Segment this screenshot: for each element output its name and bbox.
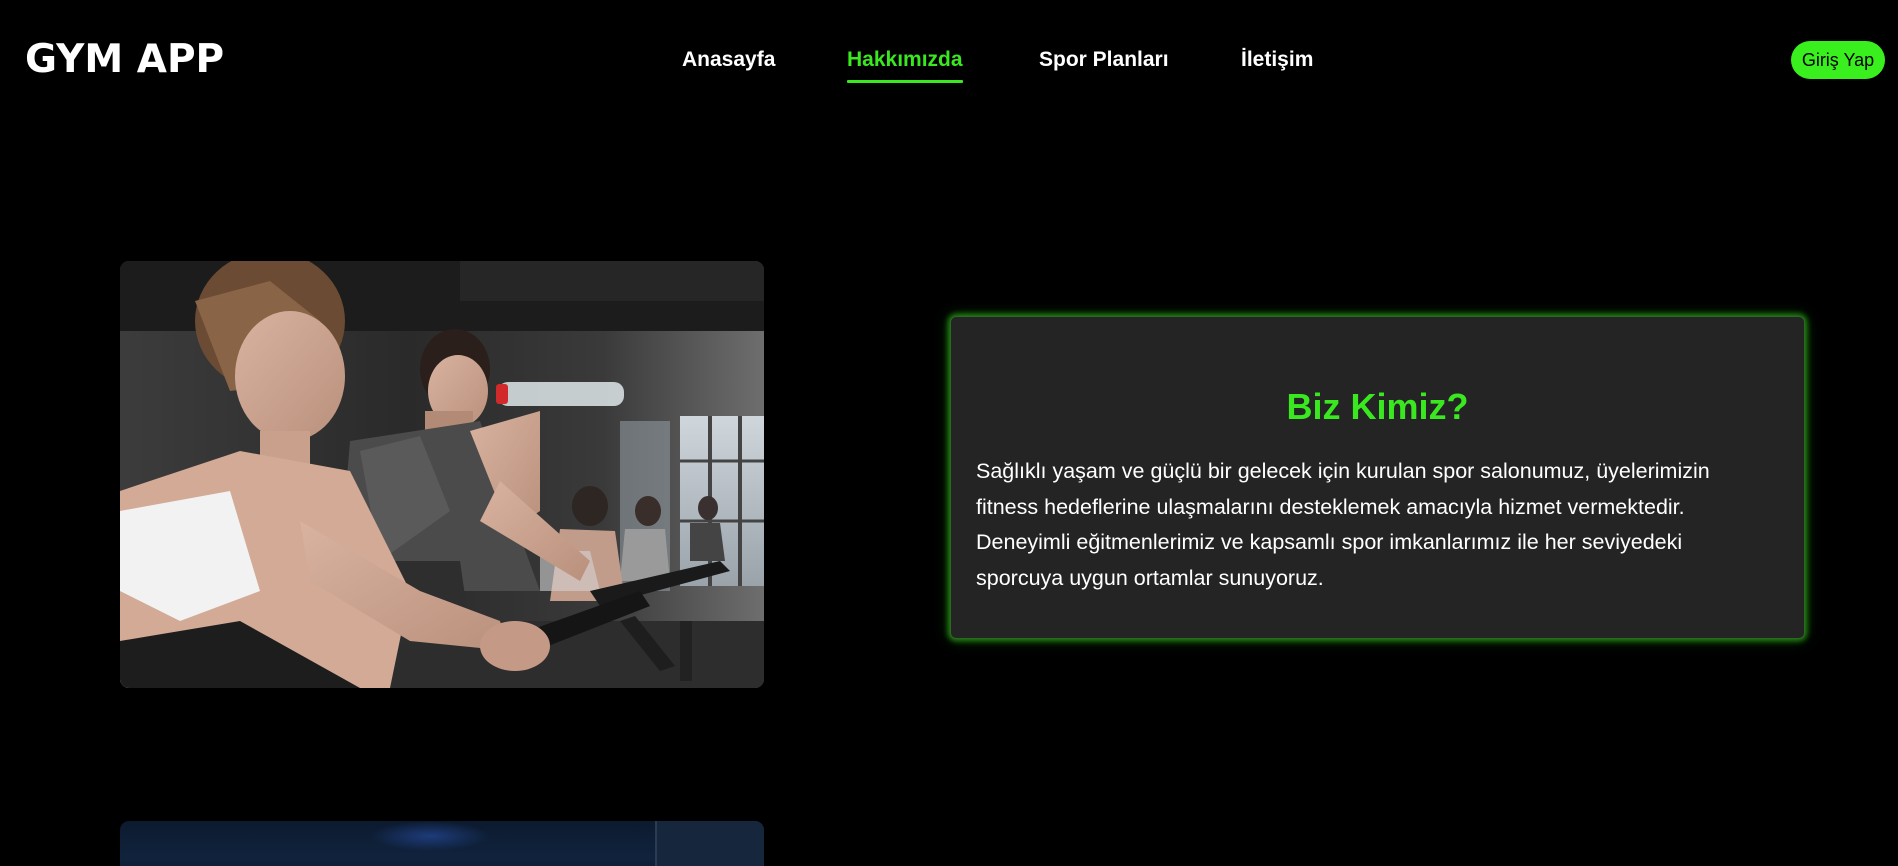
main-nav: Anasayfa Hakkımızda Spor Planları İletiş… [0,46,1898,86]
nav-item-plans[interactable]: Spor Planları [1039,46,1169,74]
page: GYM APP Anasayfa Hakkımızda Spor Planlar… [0,0,1898,866]
site-header: GYM APP Anasayfa Hakkımızda Spor Planlar… [0,0,1898,120]
active-nav-underline [847,80,963,83]
second-photo [120,821,764,866]
nav-item-label: İletişim [1241,48,1314,71]
about-card: Biz Kimiz? Sağlıklı yaşam ve güçlü bir g… [950,316,1805,639]
photo-panel [655,821,764,866]
photo-highlight [370,821,490,851]
about-text: Sağlıklı yaşam ve güçlü bir gelecek için… [976,459,1710,590]
nav-item-contact[interactable]: İletişim [1241,46,1313,74]
nav-item-about[interactable]: Hakkımızda [847,46,963,83]
about-photo [120,261,764,688]
login-button[interactable]: Giriş Yap [1791,41,1885,79]
nav-item-home[interactable]: Anasayfa [682,46,775,74]
cycling-class-image [120,261,764,688]
nav-item-label: Anasayfa [682,48,776,71]
about-title: Biz Kimiz? [1286,386,1469,427]
nav-item-label: Hakkımızda [847,48,963,71]
nav-item-label: Spor Planları [1039,48,1169,71]
